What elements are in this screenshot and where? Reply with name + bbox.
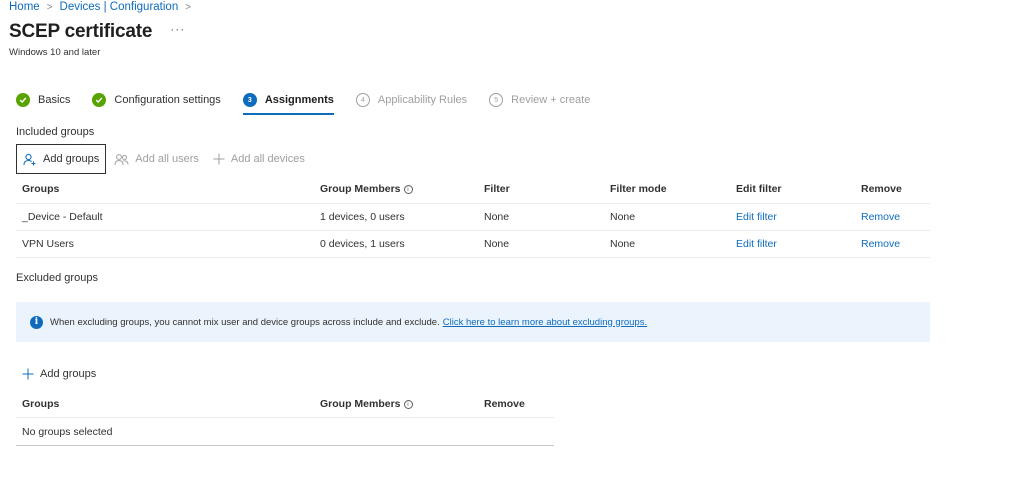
column-header-remove: Remove	[484, 397, 525, 410]
filter-mode-value: None	[610, 238, 636, 250]
edit-filter-link[interactable]: Edit filter	[736, 238, 777, 250]
add-all-users-button[interactable]: Add all users	[108, 144, 205, 174]
info-banner: i When excluding groups, you cannot mix …	[16, 302, 930, 342]
column-header-group-members: Group Members i	[314, 398, 478, 410]
included-groups-table: Groups Group Members i Filter Filter mode…	[16, 175, 930, 258]
plus-icon	[22, 368, 34, 380]
add-groups-label: Add groups	[43, 153, 100, 165]
add-all-devices-label: Add all devices	[230, 153, 305, 165]
breadcrumb-home-link[interactable]: Home	[9, 1, 40, 13]
included-groups-heading: Included groups	[16, 126, 95, 138]
column-header-filter: Filter	[484, 183, 510, 195]
remove-link[interactable]: Remove	[861, 211, 900, 223]
filter-value: None	[484, 238, 510, 250]
table-row: VPN Users 0 devices, 1 users None None E…	[16, 231, 930, 258]
breadcrumb-devices-configuration-link[interactable]: Devices | Configuration	[60, 1, 179, 13]
filter-value: None	[484, 211, 510, 223]
step-number-icon: 4	[355, 93, 370, 107]
excluded-command-bar: Add groups	[16, 359, 104, 389]
included-command-bar: Add groups Add all users Add all devices	[16, 144, 313, 174]
people-icon	[114, 153, 129, 165]
add-groups-label: Add groups	[40, 368, 97, 380]
excluded-groups-heading: Excluded groups	[16, 272, 98, 284]
group-members: 1 devices, 0 users	[320, 211, 405, 223]
step-label: Basics	[38, 94, 71, 106]
step-label: Review + create	[511, 94, 591, 106]
step-applicability-rules[interactable]: 4 Applicability Rules	[355, 90, 468, 110]
step-configuration-settings[interactable]: Configuration settings	[92, 90, 221, 110]
column-header-groups: Groups	[22, 183, 60, 195]
column-header-groups: Groups	[22, 397, 60, 410]
checkmark-circle-icon	[92, 93, 107, 107]
step-number-icon: 5	[489, 93, 504, 107]
table-row: _Device - Default 1 devices, 0 users Non…	[16, 204, 930, 231]
filter-mode-value: None	[610, 211, 636, 223]
group-members: 0 devices, 1 users	[320, 238, 405, 250]
step-label: Applicability Rules	[377, 94, 468, 106]
step-basics[interactable]: Basics	[16, 90, 70, 110]
table-header-row: Groups Group Members i Filter Filter mode…	[16, 175, 930, 204]
step-label: Assignments	[264, 94, 334, 106]
step-review-create[interactable]: 5 Review + create	[489, 90, 590, 110]
learn-more-excluding-link[interactable]: Click here to learn more about excluding…	[443, 317, 647, 328]
column-header-group-members: Group Members i	[314, 183, 478, 195]
more-options-icon[interactable]: ···	[170, 22, 185, 36]
checkmark-circle-icon	[16, 93, 30, 107]
wizard-steps: Basics Configuration settings 3 Assignme…	[16, 90, 612, 116]
add-all-devices-button[interactable]: Add all devices	[207, 144, 311, 174]
info-icon[interactable]: i	[403, 399, 413, 409]
person-add-icon	[23, 153, 36, 165]
step-label: Configuration settings	[114, 94, 221, 106]
breadcrumb: Home > Devices | Configuration >	[9, 0, 198, 14]
title-row: SCEP certificate ···	[9, 21, 185, 43]
add-all-users-label: Add all users	[135, 153, 199, 165]
edit-filter-link[interactable]: Edit filter	[736, 211, 777, 223]
group-name: VPN Users	[22, 238, 74, 250]
remove-link[interactable]: Remove	[861, 238, 900, 250]
info-icon[interactable]: i	[403, 185, 413, 194]
chevron-right-icon: >	[185, 1, 192, 13]
page-title: SCEP certificate	[9, 21, 153, 42]
group-name: _Device - Default	[22, 211, 103, 223]
table-row: No groups selected	[16, 418, 554, 446]
chevron-right-icon: >	[46, 1, 53, 13]
step-assignments[interactable]: 3 Assignments	[242, 90, 334, 115]
plus-icon	[213, 153, 225, 165]
column-header-filter-mode: Filter mode	[610, 183, 667, 195]
banner-text: When excluding groups, you cannot mix us…	[50, 316, 440, 328]
column-header-edit-filter: Edit filter	[736, 183, 782, 195]
table-header-row: Groups Group Members i Remove	[16, 390, 554, 418]
excluded-groups-table: Groups Group Members i Remove No groups s…	[16, 390, 554, 446]
empty-state-text: No groups selected	[22, 425, 113, 438]
step-number-icon: 3	[242, 93, 257, 107]
add-groups-button[interactable]: Add groups	[16, 144, 107, 174]
info-icon: i	[30, 315, 43, 329]
column-header-remove: Remove	[861, 183, 902, 195]
excluded-add-groups-button[interactable]: Add groups	[16, 359, 102, 389]
page-subtitle: Windows 10 and later	[9, 47, 101, 58]
